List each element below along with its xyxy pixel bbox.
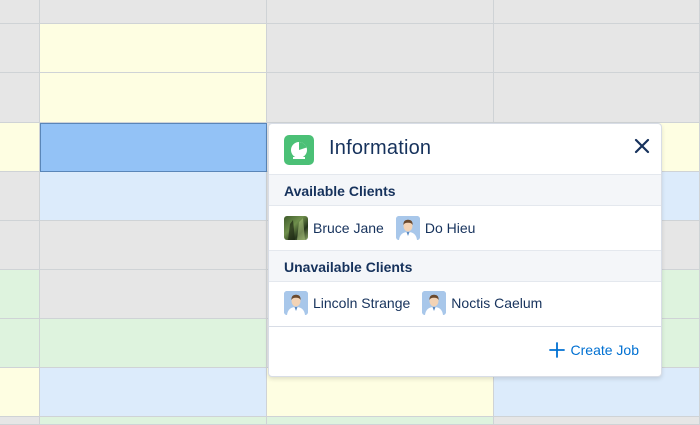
section-title: Available Clients: [284, 183, 396, 199]
client-item[interactable]: Bruce Jane: [284, 216, 384, 240]
section-title: Unavailable Clients: [284, 259, 413, 275]
popover-header: Information: [269, 124, 661, 174]
client-item[interactable]: Lincoln Strange: [284, 291, 410, 315]
calendar-cell[interactable]: [0, 172, 40, 221]
popover-title: Information: [329, 137, 432, 159]
calendar-cell[interactable]: [40, 0, 267, 24]
popover-footer: Create Job: [269, 326, 661, 377]
calendar-cell[interactable]: [40, 270, 267, 319]
client-name: Bruce Jane: [313, 220, 384, 236]
calendar-cell[interactable]: [0, 24, 40, 73]
client-name: Lincoln Strange: [313, 295, 411, 311]
calendar-cell[interactable]: [40, 73, 267, 123]
calendar-cell[interactable]: [494, 417, 700, 425]
calendar-cell[interactable]: [0, 123, 40, 172]
create-job-button[interactable]: Create Job: [548, 342, 639, 358]
calendar-cell[interactable]: [494, 24, 700, 73]
information-popover: Information Available Clients Bruce Jane: [268, 123, 662, 377]
calendar-cell[interactable]: [0, 221, 40, 270]
calendar-cell[interactable]: [0, 319, 40, 368]
person-icon: [395, 216, 420, 240]
unavailable-clients-header: Unavailable Clients: [269, 250, 661, 282]
calendar-cell[interactable]: [267, 0, 494, 24]
available-clients-list: Bruce Jane Do Hieu: [284, 214, 487, 242]
client-item[interactable]: Noctis Caelum: [422, 291, 542, 315]
calendar-cell[interactable]: [0, 368, 40, 417]
calendar-cell[interactable]: [0, 270, 40, 319]
client-name: Noctis Caelum: [451, 295, 543, 311]
calendar-cell[interactable]: [267, 73, 494, 123]
calendar-cell[interactable]: [40, 417, 267, 425]
calendar-cell[interactable]: [267, 417, 494, 425]
report-icon: [284, 135, 314, 165]
person-icon: [422, 291, 447, 315]
close-icon[interactable]: [631, 135, 653, 157]
calendar-cell[interactable]: [40, 221, 267, 270]
client-name: Do Hieu: [424, 220, 476, 236]
available-clients-header: Available Clients: [269, 174, 661, 206]
calendar-cell[interactable]: [40, 368, 267, 417]
calendar-cell[interactable]: [40, 319, 267, 368]
calendar-cell-selected[interactable]: [40, 123, 267, 172]
client-item[interactable]: Do Hieu: [395, 216, 476, 240]
calendar-cell[interactable]: [40, 24, 267, 73]
calendar-cell[interactable]: [0, 73, 40, 123]
person-icon: [284, 291, 308, 315]
calendar-cell[interactable]: [0, 417, 40, 425]
calendar-cell[interactable]: [0, 0, 40, 24]
avatar: [284, 216, 308, 240]
calendar-cell[interactable]: [494, 0, 700, 24]
calendar-cell[interactable]: [494, 73, 700, 123]
create-job-label: Create Job: [570, 342, 639, 358]
calendar-cell[interactable]: [267, 24, 494, 73]
plus-icon: [548, 342, 565, 358]
calendar-cell[interactable]: [40, 172, 267, 221]
unavailable-clients-list: Lincoln Strange Noctis Caelum: [284, 289, 554, 317]
